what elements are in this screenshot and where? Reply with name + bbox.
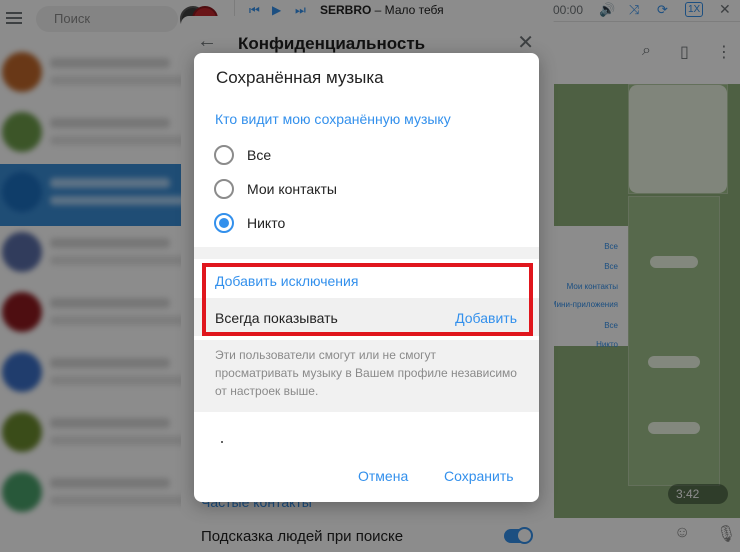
radio-button[interactable] <box>214 179 234 199</box>
highlight-annotation-box <box>202 263 533 336</box>
telegram-app: Поиск ⏮ ▶ ⏭ SERBRO – Мало тебя 00:00 🔊 ⤨… <box>0 0 740 552</box>
option-nobody[interactable]: Никто <box>194 206 539 240</box>
save-button[interactable]: Сохранить <box>444 468 514 484</box>
cancel-button[interactable]: Отмена <box>358 468 408 484</box>
section-divider <box>194 247 539 259</box>
option-everyone[interactable]: Все <box>194 138 539 172</box>
option-label: Никто <box>247 215 286 231</box>
option-label: Мои контакты <box>247 181 337 197</box>
radio-button-selected[interactable] <box>214 213 234 233</box>
decorative-dot <box>221 441 223 443</box>
exceptions-hint: Эти пользователи смогут или не смогут пр… <box>194 340 539 412</box>
who-sees-heading: Кто видит мою сохранённую музыку <box>215 111 451 127</box>
dialog-title: Сохранённая музыка <box>216 68 384 87</box>
option-label: Все <box>247 147 272 163</box>
radio-button[interactable] <box>214 145 234 165</box>
option-my-contacts[interactable]: Мои контакты <box>194 172 539 206</box>
